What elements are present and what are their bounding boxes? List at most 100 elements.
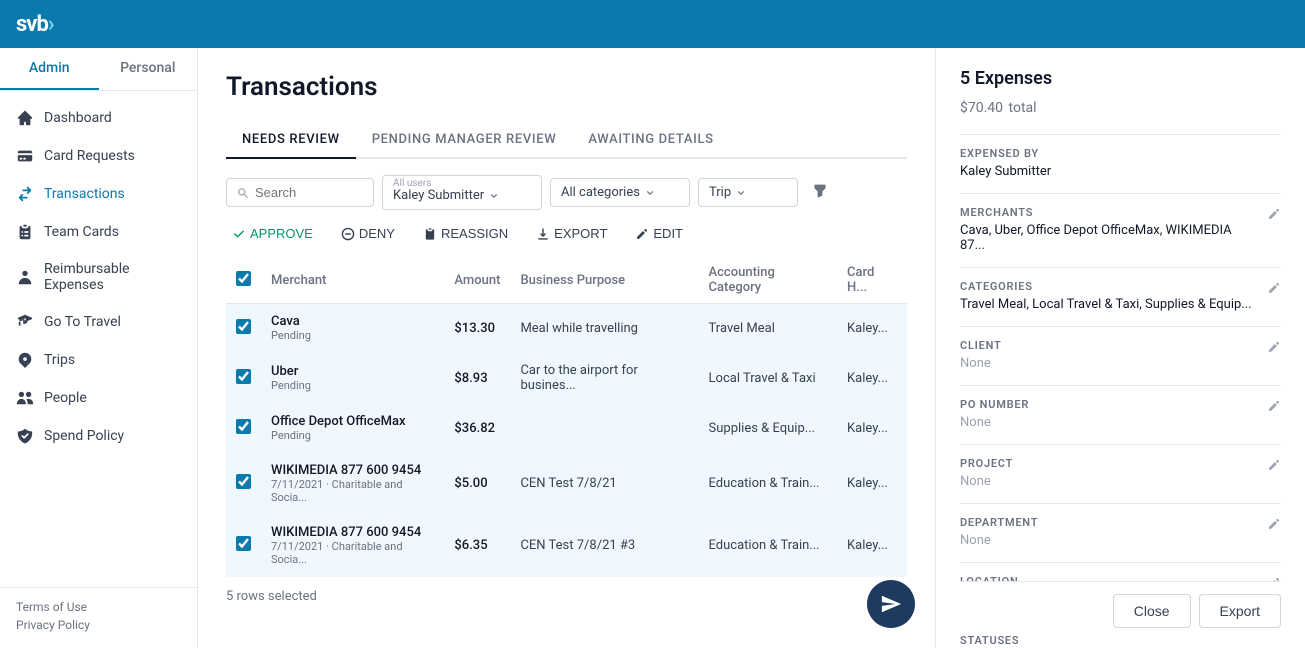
sidebar-item-label-people: People xyxy=(44,390,87,406)
panel-section-po-number: PO NUMBER None xyxy=(960,398,1281,432)
table-row[interactable]: WIKIMEDIA 877 600 94547/11/2021 · Charit… xyxy=(226,515,907,577)
edit-button[interactable]: EDIT xyxy=(629,222,689,245)
reassign-button[interactable]: REASSIGN xyxy=(417,222,514,245)
reassign-icon xyxy=(423,227,437,241)
approve-button[interactable]: APPROVE xyxy=(226,222,319,245)
row-checkbox-2[interactable] xyxy=(236,369,251,384)
project-edit-icon[interactable] xyxy=(1267,457,1281,476)
content-area: Transactions NEEDS REVIEW PENDING MANAGE… xyxy=(198,48,935,648)
policy-icon xyxy=(16,427,34,445)
trips-icon xyxy=(16,351,34,369)
categories-edit-icon[interactable] xyxy=(1267,280,1281,299)
sidebar-item-label-card-requests: Card Requests xyxy=(44,148,135,164)
sidebar-item-label-transactions: Transactions xyxy=(44,186,125,202)
panel-total-label: total xyxy=(1009,100,1037,116)
user-filter-label: All users xyxy=(393,178,431,189)
transactions-icon xyxy=(16,185,34,203)
row-checkbox-4[interactable] xyxy=(236,474,251,489)
chevron-down-icon xyxy=(488,190,500,202)
sidebar-item-people[interactable]: People xyxy=(0,379,197,417)
sidebar-item-transactions[interactable]: Transactions xyxy=(0,175,197,213)
row-checkbox-1[interactable] xyxy=(236,319,251,334)
merchants-edit-icon[interactable] xyxy=(1267,206,1281,225)
po-number-edit-icon[interactable] xyxy=(1267,398,1281,417)
search-input[interactable] xyxy=(255,185,363,200)
close-button[interactable]: Close xyxy=(1113,594,1191,628)
sidebar: Admin Personal Dashboard Card Requests xyxy=(0,48,198,648)
table-row[interactable]: UberPending $8.93 Car to the airport for… xyxy=(226,353,907,404)
transactions-table: Merchant Amount Business Purpose Account… xyxy=(226,257,907,577)
chevron-down-icon-2 xyxy=(644,187,656,199)
sidebar-item-card-requests[interactable]: Card Requests xyxy=(0,137,197,175)
sidebar-item-label-spend-policy: Spend Policy xyxy=(44,428,124,444)
search-box[interactable] xyxy=(226,178,374,207)
panel-section-department: DEPARTMENT None xyxy=(960,516,1281,550)
export-icon xyxy=(536,227,550,241)
panel-section-expensed-by: EXPENSED BY Kaley Submitter xyxy=(960,147,1281,181)
select-all-checkbox[interactable] xyxy=(236,271,251,286)
sidebar-tab-personal[interactable]: Personal xyxy=(99,48,198,90)
sidebar-item-spend-policy[interactable]: Spend Policy xyxy=(0,417,197,455)
col-card-holder: Card H... xyxy=(837,257,907,304)
terms-of-use-link[interactable]: Terms of Use xyxy=(16,600,181,614)
top-bar: svb› xyxy=(0,0,1305,48)
table-row[interactable]: WIKIMEDIA 877 600 94547/11/2021 · Charit… xyxy=(226,453,907,515)
trip-filter[interactable]: Trip xyxy=(698,178,798,207)
sidebar-footer: Terms of Use Privacy Policy xyxy=(0,587,197,648)
panel-footer: Close Export xyxy=(960,581,1281,628)
sidebar-item-team-cards[interactable]: Team Cards xyxy=(0,213,197,251)
table-row[interactable]: Office Depot OfficeMaxPending $36.82 Sup… xyxy=(226,404,907,453)
sidebar-item-trips[interactable]: Trips xyxy=(0,341,197,379)
row-checkbox-3[interactable] xyxy=(236,419,251,434)
sidebar-item-label-team-cards: Team Cards xyxy=(44,224,119,240)
people-icon xyxy=(16,389,34,407)
sidebar-item-label-travel: Go To Travel xyxy=(44,314,121,330)
svb-arrow: › xyxy=(48,12,54,37)
col-accounting-category: Accounting Category xyxy=(699,257,837,304)
client-edit-icon[interactable] xyxy=(1267,339,1281,358)
user-filter-value: Kaley Submitter xyxy=(393,188,484,203)
export-button[interactable]: EXPORT xyxy=(530,222,613,245)
tab-awaiting-details[interactable]: AWAITING DETAILS xyxy=(572,122,729,157)
sidebar-tab-admin[interactable]: Admin xyxy=(0,48,99,90)
panel-total: $70.40 total xyxy=(960,93,1281,118)
chevron-down-icon-3 xyxy=(735,187,747,199)
category-filter-value: All categories xyxy=(561,185,640,200)
privacy-policy-link[interactable]: Privacy Policy xyxy=(16,618,181,632)
sidebar-item-label-reimbursable: Reimbursable Expenses xyxy=(44,261,181,293)
panel-section-statuses: STATUSES 5 new xyxy=(960,634,1281,648)
tab-pending-manager-review[interactable]: PENDING MANAGER REVIEW xyxy=(356,122,573,157)
table-row[interactable]: CavaPending $13.30 Meal while travelling… xyxy=(226,304,907,353)
panel-section-merchants: MERCHANTS Cava, Uber, Office Depot Offic… xyxy=(960,206,1281,255)
sidebar-item-travel[interactable]: Go To Travel xyxy=(0,303,197,341)
category-filter[interactable]: All categories xyxy=(550,178,690,207)
sidebar-item-label-trips: Trips xyxy=(44,352,75,368)
main-layout: Admin Personal Dashboard Card Requests xyxy=(0,48,1305,648)
user-filter[interactable]: All users Kaley Submitter xyxy=(382,175,542,210)
col-amount: Amount xyxy=(444,257,510,304)
filter-options-icon[interactable] xyxy=(806,177,834,209)
sidebar-item-reimbursable[interactable]: Reimbursable Expenses xyxy=(0,251,197,303)
search-icon xyxy=(237,186,249,200)
content-tabs: NEEDS REVIEW PENDING MANAGER REVIEW AWAI… xyxy=(226,122,907,159)
card-icon xyxy=(16,147,34,165)
edit-icon xyxy=(635,227,649,241)
chat-button[interactable] xyxy=(867,580,915,628)
rows-selected-label: 5 rows selected xyxy=(226,589,907,604)
deny-icon xyxy=(341,227,355,241)
col-business-purpose: Business Purpose xyxy=(510,257,698,304)
sidebar-item-dashboard[interactable]: Dashboard xyxy=(0,99,197,137)
department-edit-icon[interactable] xyxy=(1267,516,1281,535)
deny-button[interactable]: DENY xyxy=(335,222,401,245)
home-icon xyxy=(16,109,34,127)
row-checkbox-5[interactable] xyxy=(236,536,251,551)
panel-section-client: CLIENT None xyxy=(960,339,1281,373)
panel-export-button[interactable]: Export xyxy=(1199,594,1281,628)
action-bar: APPROVE DENY REASSIGN EXPORT EDIT xyxy=(226,222,907,245)
col-merchant: Merchant xyxy=(261,257,444,304)
sidebar-tabs: Admin Personal xyxy=(0,48,197,91)
tab-needs-review[interactable]: NEEDS REVIEW xyxy=(226,122,356,159)
travel-icon xyxy=(16,313,34,331)
trip-filter-value: Trip xyxy=(709,185,731,200)
filters-bar: All users Kaley Submitter All categories… xyxy=(226,175,907,210)
